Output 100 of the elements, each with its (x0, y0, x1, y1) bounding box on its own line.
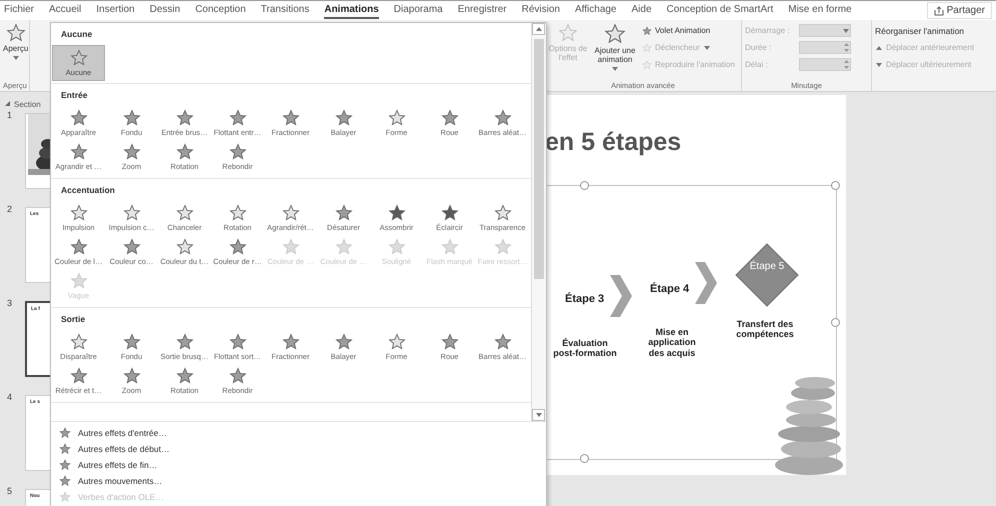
menu-tab[interactable]: Aide (632, 2, 652, 19)
timing-label: Délai : (745, 60, 769, 69)
star-icon (642, 60, 652, 70)
menu-tab[interactable]: Transitions (260, 2, 310, 19)
star-icon (176, 367, 194, 385)
timing-label: Durée : (745, 43, 772, 52)
star-icon (122, 109, 140, 127)
step-caption: Évaluation post-formation (553, 338, 617, 359)
star-icon (440, 204, 458, 222)
star-icon (282, 204, 300, 222)
menu-tab[interactable]: Dessin (150, 2, 180, 19)
star-icon (494, 333, 512, 351)
spinner-arrows-icon (843, 42, 850, 53)
menu-item[interactable]: Autres mouvements… (59, 473, 546, 489)
star-icon (59, 491, 71, 503)
menu-tab[interactable]: Conception de SmartArt (666, 2, 774, 19)
star-icon (70, 272, 88, 290)
share-button[interactable]: Partager (926, 2, 992, 19)
star-icon (59, 459, 71, 471)
scroll-down-button[interactable] (532, 409, 545, 421)
menu-tab[interactable]: Enregistrer (458, 2, 507, 19)
preview-button[interactable]: Aperçu (3, 23, 28, 81)
collapse-icon[interactable] (5, 101, 11, 107)
star-icon (440, 333, 458, 351)
caret-icon (875, 44, 883, 52)
menu-tab[interactable]: Insertion (96, 2, 135, 19)
star-icon (122, 143, 140, 161)
star-icon (494, 204, 512, 222)
spinner-arrows-icon (843, 59, 850, 70)
star-icon (642, 42, 652, 52)
menu-tab[interactable]: Révision (522, 2, 560, 19)
step-caption: Transfert des compétences (735, 319, 795, 340)
resize-handle[interactable] (580, 181, 589, 190)
star-icon (122, 367, 140, 385)
star-icon (228, 109, 246, 127)
star-icon (228, 143, 246, 161)
star-icon (558, 23, 578, 43)
star-icon (176, 204, 194, 222)
menu-tab[interactable]: Fichier (4, 2, 34, 19)
menu-tab[interactable]: Mise en forme (788, 2, 852, 19)
star-icon (176, 109, 194, 127)
section-heading: Accentuation (60, 184, 116, 197)
section-title: Section (14, 100, 41, 108)
star-icon (176, 238, 194, 256)
caret-icon (611, 65, 619, 74)
menu-tab[interactable]: Conception (195, 2, 246, 19)
star-icon (59, 443, 71, 455)
star-icon (440, 238, 458, 256)
step-caption: Mise en application des acquis (647, 327, 697, 358)
star-icon (70, 204, 88, 222)
star-icon (334, 204, 352, 222)
star-icon (176, 333, 194, 351)
menu-item[interactable]: Autres effets de fin… (59, 457, 546, 473)
menu-tab[interactable]: Accueil (49, 2, 82, 19)
star-icon (228, 238, 246, 256)
caret-icon (12, 54, 20, 62)
add-animation-button[interactable]: Ajouter une animation (592, 23, 638, 81)
star-icon (282, 109, 300, 127)
star-icon (70, 143, 88, 161)
menu-tab[interactable]: Diaporama (394, 2, 443, 19)
star-icon (388, 204, 406, 222)
star-icon (494, 238, 512, 256)
slide-number: 3 (7, 298, 14, 308)
star-icon (334, 238, 352, 256)
step-label: Étape 5 (748, 261, 786, 272)
slide-number: 1 (7, 110, 14, 120)
star-icon (122, 333, 140, 351)
section-heading: Entrée (60, 89, 88, 102)
star-icon (70, 238, 88, 256)
star-icon (70, 333, 88, 351)
caret-icon (534, 411, 542, 419)
share-icon (934, 6, 944, 16)
star-icon (334, 109, 352, 127)
star-icon (388, 333, 406, 351)
star-icon (388, 109, 406, 127)
menu-item[interactable]: Autres effets d'entrée… (59, 425, 546, 441)
caret-icon (702, 44, 711, 52)
star-icon (334, 333, 352, 351)
star-icon (228, 367, 246, 385)
section-heading: Aucune (60, 28, 94, 41)
star-icon (122, 204, 140, 222)
step-label: Étape 3 (565, 293, 604, 305)
scrollbar-thumb[interactable] (534, 39, 544, 279)
resize-handle[interactable] (580, 454, 589, 463)
star-icon (604, 23, 626, 45)
advanced-option[interactable]: Volet Animation (642, 23, 735, 38)
star-icon (59, 427, 71, 439)
slide-number: 4 (7, 392, 14, 402)
menu-item[interactable]: Autres effets de début… (59, 441, 546, 457)
resize-handle[interactable] (831, 181, 840, 190)
scroll-up-button[interactable] (532, 23, 545, 35)
star-icon (122, 238, 140, 256)
resize-handle[interactable] (831, 318, 840, 327)
star-icon (70, 109, 88, 127)
caret-icon (875, 60, 883, 68)
star-icon (70, 49, 88, 67)
caret-icon (842, 26, 850, 34)
star-icon (176, 143, 194, 161)
menu-tab[interactable]: Affichage (574, 2, 616, 19)
section-heading: Sortie (60, 313, 86, 326)
